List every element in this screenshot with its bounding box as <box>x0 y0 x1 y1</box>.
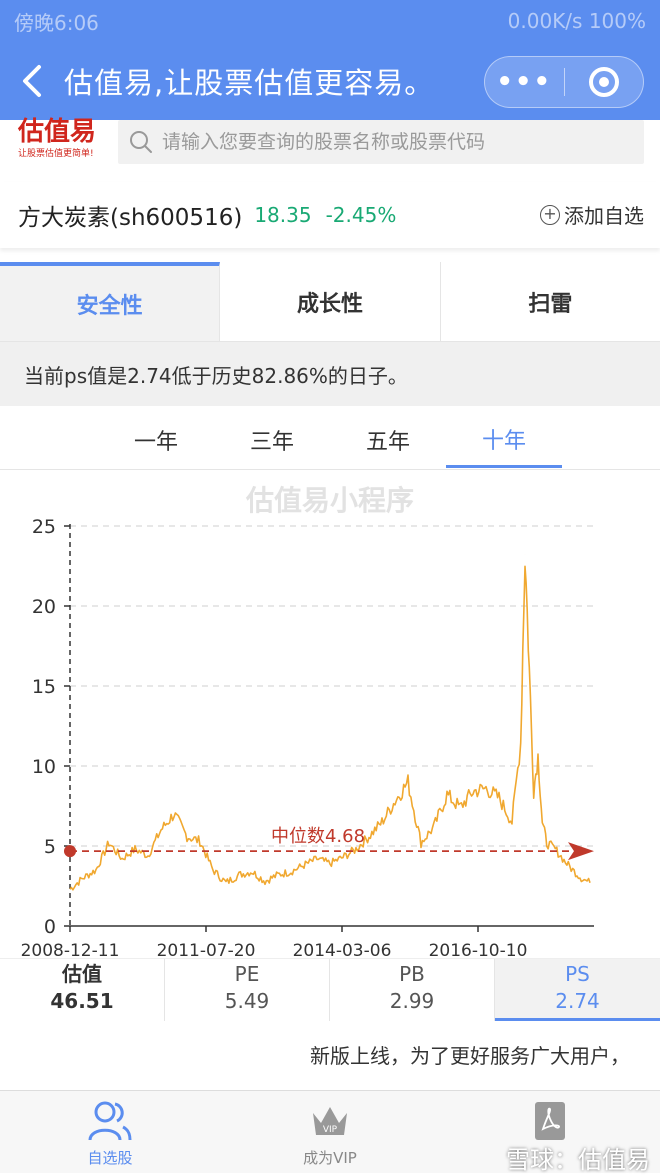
y-tick-label: 5 <box>44 836 56 858</box>
chart-watermark: 估值易小程序 <box>245 484 414 517</box>
metric-pb[interactable]: PB 2.99 <box>330 959 495 1021</box>
period-1y[interactable]: 一年 <box>98 412 214 468</box>
metric-pe[interactable]: PE 5.49 <box>165 959 330 1021</box>
median-label: 中位数4.68 <box>271 826 365 847</box>
pdf-icon <box>527 1099 573 1143</box>
status-right: 0.00K/s 100% <box>508 9 646 33</box>
y-tick-label: 0 <box>44 916 56 938</box>
search-input[interactable] <box>162 131 632 153</box>
target-circle-icon <box>589 67 619 97</box>
metric-label: PE <box>165 961 329 987</box>
x-tick-label: 2014-03-06 <box>293 941 392 958</box>
stock-row: 方大炭素(sh600516) 18.35 -2.45% + 添加自选 <box>0 182 660 248</box>
back-button[interactable] <box>0 42 64 120</box>
metric-ps[interactable]: PS 2.74 <box>495 959 660 1021</box>
logo-main-text: 估值易 <box>18 120 110 144</box>
x-tick-label: 2016-10-10 <box>429 941 528 958</box>
add-favorite-button[interactable]: + 添加自选 <box>540 200 644 229</box>
metric-value: 2.99 <box>330 987 494 1015</box>
y-tick-label: 10 <box>32 756 56 778</box>
median-start-dot <box>64 845 76 857</box>
y-tick-label: 20 <box>32 596 56 618</box>
ps-chart-svg: 估值易小程序 0 5 10 15 20 25 2008-12-11 2011-07-20 2014… <box>0 472 660 958</box>
nav-vip-label: 成为VIP <box>303 1147 357 1168</box>
period-3y[interactable]: 三年 <box>214 412 330 468</box>
tab-safety[interactable]: 安全性 <box>0 262 220 341</box>
logo-sub-text: 让股票估值更简单! <box>18 148 110 160</box>
plus-circle-icon: + <box>540 205 560 225</box>
crown-icon: VIP <box>307 1099 353 1143</box>
search-box[interactable] <box>118 120 644 164</box>
add-favorite-label: 添加自选 <box>564 200 644 229</box>
svg-text:VIP: VIP <box>323 1125 338 1135</box>
metric-value: 5.49 <box>165 987 329 1015</box>
tab-risk-scan[interactable]: 扫雷 <box>441 262 660 341</box>
logo: 估值易 让股票估值更简单! <box>18 120 110 162</box>
nav-watchlist-label: 自选股 <box>87 1147 132 1168</box>
metric-label: PS <box>495 961 660 987</box>
metric-valuation[interactable]: 估值 46.51 <box>0 959 165 1021</box>
period-5y[interactable]: 五年 <box>330 412 446 468</box>
tab-growth[interactable]: 成长性 <box>220 262 440 341</box>
nav-bar: 估值易,让股票估值更容易。 ••• <box>0 42 660 120</box>
status-left: 傍晚6:06 <box>14 7 99 36</box>
metric-label: PB <box>330 961 494 987</box>
y-tick-label: 15 <box>32 676 56 698</box>
stock-change: -2.45% <box>326 203 397 227</box>
metric-value: 46.51 <box>0 987 164 1015</box>
users-icon <box>87 1099 133 1143</box>
x-tick-label: 2011-07-20 <box>157 941 256 958</box>
close-button[interactable] <box>565 67 644 97</box>
stock-name: 方大炭素(sh600516) <box>18 198 242 232</box>
ps-chart: 估值易小程序 0 5 10 15 20 25 2008-12-11 2011-07-20 2014… <box>0 472 660 958</box>
nav-vip[interactable]: VIP 成为VIP <box>220 1091 440 1174</box>
nav-watchlist[interactable]: 自选股 <box>0 1091 220 1174</box>
watermark: 雪球：估值易 <box>506 1140 650 1175</box>
stock-price: 18.35 <box>254 203 311 227</box>
notice-text: 新版上线，为了更好服务广大用户， <box>0 1040 630 1069</box>
metric-value: 2.74 <box>495 987 660 1015</box>
chevron-left-icon <box>21 64 43 98</box>
capsule-menu: ••• <box>484 56 644 108</box>
ps-summary: 当前ps值是2.74低于历史82.86%的日子。 <box>0 342 660 406</box>
header-area: 估值易 让股票估值更简单! <box>0 120 660 174</box>
search-icon <box>128 129 154 155</box>
status-bar: 傍晚6:06 0.00K/s 100% <box>0 0 660 42</box>
more-dots-icon[interactable]: ••• <box>485 67 564 97</box>
metrics-bar: 估值 46.51 PE 5.49 PB 2.99 PS 2.74 <box>0 958 660 1020</box>
period-selector: 一年 三年 五年 十年 <box>0 412 660 470</box>
median-arrow-icon <box>568 842 594 860</box>
metric-label: 估值 <box>0 961 164 987</box>
x-tick-label: 2008-12-11 <box>21 941 120 958</box>
analysis-tabs: 安全性 成长性 扫雷 <box>0 262 660 342</box>
y-tick-label: 25 <box>32 516 56 538</box>
page-title: 估值易,让股票估值更容易。 <box>64 60 434 102</box>
period-10y[interactable]: 十年 <box>446 412 562 468</box>
